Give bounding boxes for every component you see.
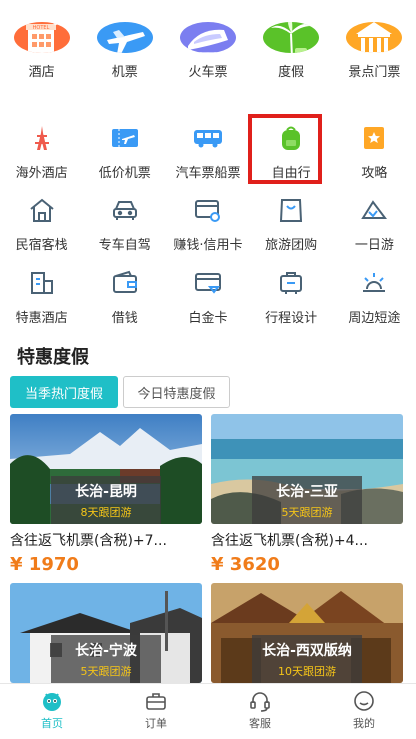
shopping-bag-icon xyxy=(275,194,307,226)
train-icon xyxy=(179,22,236,53)
grid-label: 专车自驾 xyxy=(98,238,151,253)
grid-label: 景点门票 xyxy=(348,65,401,80)
grid-label: 机票 xyxy=(111,65,138,80)
grid-label: 特惠酒店 xyxy=(15,311,68,326)
grid-item-discount-hotel[interactable]: 特惠酒店 xyxy=(0,263,83,343)
headset-icon xyxy=(250,692,270,712)
nav-label: 客服 xyxy=(249,717,271,730)
card-image: 长治-昆明 8天跟团游 xyxy=(10,414,202,524)
section-title: 特惠度假 xyxy=(17,347,89,368)
card-image: 长治-宁波 5天跟团游 xyxy=(10,583,202,683)
card-overlay: 长治-宁波 5天跟团游 xyxy=(51,635,161,683)
grid-item-hotel[interactable]: HOTEL 酒店 xyxy=(0,0,83,80)
grid-item-day-trip[interactable]: 一日游 xyxy=(333,190,416,270)
homestay-icon xyxy=(26,194,58,226)
grid-label: 民宿客栈 xyxy=(15,238,68,253)
grid-item-cheap-flight[interactable]: 低价机票 xyxy=(83,118,166,198)
card-route: 长治-宁波 xyxy=(75,642,137,659)
grid-item-flight[interactable]: 机票 xyxy=(83,0,166,80)
eiffel-tower-icon xyxy=(26,122,58,154)
grid-item-platinum-card[interactable]: 白金卡 xyxy=(166,263,249,343)
free-travel-highlight xyxy=(248,114,322,184)
nav-service[interactable]: 客服 xyxy=(208,684,312,739)
ticket-plane-icon xyxy=(109,122,141,154)
card-image: 长治-西双版纳 10天跟团游 xyxy=(211,583,403,683)
grid-item-private-car[interactable]: 专车自驾 xyxy=(83,190,166,270)
card-tour-type: 5天跟团游 xyxy=(281,505,333,519)
card-overlay: 长治-三亚 5天跟团游 xyxy=(252,476,362,524)
grid-item-homestay[interactable]: 民宿客栈 xyxy=(0,190,83,270)
grid-item-scenic-ticket[interactable]: 景点门票 xyxy=(333,0,416,80)
grid-label: 一日游 xyxy=(354,238,394,253)
card-price: ¥ 1970 xyxy=(10,554,79,575)
card-route: 长治-昆明 xyxy=(75,483,137,500)
profile-icon xyxy=(354,691,374,711)
nav-label: 我的 xyxy=(353,717,375,730)
card-image: 长治-三亚 5天跟团游 xyxy=(211,414,403,524)
grid-item-credit-card[interactable]: 赚钱·信用卡 xyxy=(166,190,249,270)
itinerary-icon xyxy=(275,267,307,299)
card-route: 长治-三亚 xyxy=(276,483,338,500)
deal-card[interactable]: 长治-三亚 5天跟团游 含往返飞机票(含税)+4... ¥ 3620 xyxy=(211,414,403,575)
building-icon xyxy=(26,267,58,299)
deal-card[interactable]: 长治-宁波 5天跟团游 xyxy=(10,583,202,683)
grid-item-itinerary[interactable]: 行程设计 xyxy=(250,263,333,343)
card-overlay: 长治-昆明 8天跟团游 xyxy=(51,476,161,524)
home-face-icon xyxy=(43,693,61,711)
grid-label: 汽车票船票 xyxy=(175,166,241,181)
sunrise-icon xyxy=(358,267,390,299)
nav-profile[interactable]: 我的 xyxy=(312,684,416,739)
grid-item-bus-ship[interactable]: 汽车票船票 xyxy=(166,118,249,198)
grid-label: 借钱 xyxy=(111,311,138,326)
nav-label: 首页 xyxy=(41,717,63,730)
grid-item-train[interactable]: 火车票 xyxy=(166,0,249,80)
nav-orders[interactable]: 订单 xyxy=(104,684,208,739)
deal-card[interactable]: 长治-西双版纳 10天跟团游 xyxy=(211,583,403,683)
grid-label: 攻略 xyxy=(361,166,388,181)
grid-item-nearby[interactable]: 周边短途 xyxy=(333,263,416,343)
grid-label: 周边短途 xyxy=(348,311,401,326)
grid-item-group-buy[interactable]: 旅游团购 xyxy=(250,190,333,270)
svg-text:HOTEL: HOTEL xyxy=(32,25,49,31)
card-tour-type: 8天跟团游 xyxy=(80,505,132,519)
grid-label: 行程设计 xyxy=(265,311,318,326)
card-price: ¥ 3620 xyxy=(211,554,280,575)
airplane-icon xyxy=(96,22,153,53)
grid-label: 度假 xyxy=(278,65,305,80)
temple-icon xyxy=(346,22,403,53)
nav-label: 订单 xyxy=(145,717,167,730)
grid-label: 酒店 xyxy=(28,65,55,80)
grid-label: 火车票 xyxy=(188,65,228,80)
grid-label: 白金卡 xyxy=(188,311,228,326)
car-icon xyxy=(109,194,141,226)
tab-today-deals[interactable]: 今日特惠度假 xyxy=(123,376,230,408)
palm-tree-icon xyxy=(263,22,320,53)
card-title: 含往返飞机票(含税)+4... xyxy=(211,533,368,549)
tab-seasonal-hot[interactable]: 当季热门度假 xyxy=(10,376,118,408)
grid-item-guide[interactable]: 攻略 xyxy=(333,118,416,198)
bottom-nav: 首页 订单 客服 我的 xyxy=(0,683,416,739)
card-title: 含往返飞机票(含税)+7... xyxy=(10,533,167,549)
grid-item-overseas-hotel[interactable]: 海外酒店 xyxy=(0,118,83,198)
hotel-icon: HOTEL xyxy=(13,22,70,53)
card-route: 长治-西双版纳 xyxy=(262,642,352,659)
guide-star-icon xyxy=(358,122,390,154)
grid-label: 旅游团购 xyxy=(265,238,318,253)
card-tour-type: 5天跟团游 xyxy=(80,664,132,678)
mountain-icon xyxy=(358,194,390,226)
briefcase-icon xyxy=(146,693,166,710)
grid-label: 赚钱·信用卡 xyxy=(173,238,243,253)
wallet-icon xyxy=(109,267,141,299)
card-tour-type: 10天跟团游 xyxy=(278,664,336,678)
grid-item-vacation[interactable]: 度假 xyxy=(250,0,333,80)
credit-card-icon xyxy=(192,194,224,226)
deal-card[interactable]: 长治-昆明 8天跟团游 含往返飞机票(含税)+7... ¥ 1970 xyxy=(10,414,202,575)
nav-home[interactable]: 首页 xyxy=(0,684,104,739)
platinum-card-icon xyxy=(192,267,224,299)
bus-icon xyxy=(192,122,224,154)
grid-label: 海外酒店 xyxy=(15,166,68,181)
grid-item-borrow[interactable]: 借钱 xyxy=(83,263,166,343)
card-overlay: 长治-西双版纳 10天跟团游 xyxy=(252,635,362,683)
grid-label: 低价机票 xyxy=(98,166,151,181)
